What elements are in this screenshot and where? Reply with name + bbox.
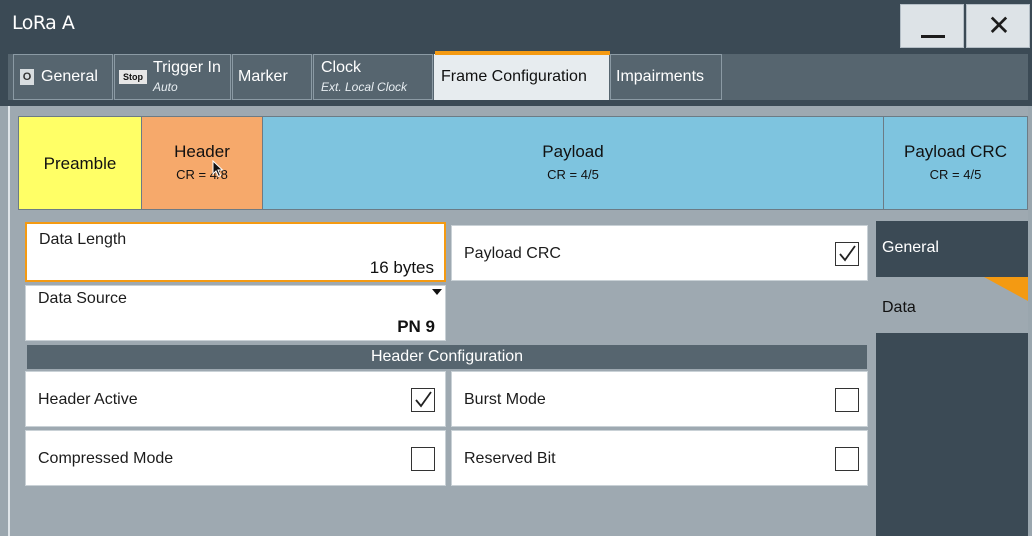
checkmark-icon xyxy=(415,391,432,408)
title-bar: LoRa A ✕ xyxy=(0,0,1032,50)
close-button[interactable]: ✕ xyxy=(966,4,1030,48)
data-source-dropdown[interactable]: Data Source PN 9 xyxy=(25,285,446,341)
segment-label: Payload CRC xyxy=(904,142,1007,161)
sidenav-item-general[interactable]: General xyxy=(876,221,1028,277)
stop-badge-icon: Stop xyxy=(119,70,147,84)
segment-label: Header xyxy=(174,142,230,161)
data-length-label: Data Length xyxy=(39,231,127,248)
sidenav-item-data[interactable]: Data xyxy=(876,277,1028,333)
tab-general[interactable]: O General xyxy=(13,54,113,100)
active-tab-indicator xyxy=(435,51,610,55)
mouse-cursor-icon xyxy=(212,160,224,178)
sidenav-label: Data xyxy=(882,299,916,316)
close-icon: ✕ xyxy=(987,10,1011,41)
tab-label: Clock xyxy=(321,59,362,76)
dropdown-arrow-icon xyxy=(432,289,442,295)
payload-crc-label: Payload CRC xyxy=(464,245,561,262)
reserved-bit-label: Reserved Bit xyxy=(464,450,556,467)
header-configuration-heading: Header Configuration xyxy=(27,345,867,369)
burst-mode-field: Burst Mode xyxy=(451,371,868,427)
frame-segment-payload-crc[interactable]: Payload CRC CR = 4/5 xyxy=(883,116,1028,210)
compressed-mode-field: Compressed Mode xyxy=(25,430,446,486)
burst-mode-checkbox[interactable] xyxy=(835,388,859,412)
tab-label: Trigger In xyxy=(153,59,221,76)
window-title: LoRa A xyxy=(12,12,75,34)
checkmark-icon xyxy=(839,245,856,262)
header-active-checkbox[interactable] xyxy=(411,388,435,412)
reserved-bit-checkbox[interactable] xyxy=(835,447,859,471)
segment-label: Payload xyxy=(542,142,604,161)
tab-frame-configuration[interactable]: Frame Configuration xyxy=(434,51,610,100)
reserved-bit-field: Reserved Bit xyxy=(451,430,868,486)
active-indicator-icon xyxy=(984,277,1028,301)
frame-segment-header[interactable]: Header CR = 4/8 xyxy=(141,116,263,210)
payload-crc-checkbox[interactable] xyxy=(835,242,859,266)
burst-mode-label: Burst Mode xyxy=(464,391,546,408)
tab-label: Frame Configuration xyxy=(441,68,587,85)
tab-trigger-in[interactable]: Stop Trigger In Auto xyxy=(114,54,231,100)
frame-segment-preamble[interactable]: Preamble xyxy=(18,116,142,210)
tab-impairments[interactable]: Impairments xyxy=(610,54,722,100)
header-active-label: Header Active xyxy=(38,391,138,408)
tab-sublabel: Auto xyxy=(153,80,178,94)
tab-label: General xyxy=(41,68,98,85)
segment-label: Preamble xyxy=(43,154,117,173)
compressed-mode-checkbox[interactable] xyxy=(411,447,435,471)
minimize-icon xyxy=(921,35,945,38)
sidenav-label: General xyxy=(882,239,939,256)
frame-segment-payload[interactable]: Payload CR = 4/5 xyxy=(262,116,884,210)
minimize-button[interactable] xyxy=(900,4,964,48)
data-source-value: PN 9 xyxy=(397,317,435,336)
tab-sublabel: Ext. Local Clock xyxy=(321,80,408,94)
status-square-icon: O xyxy=(20,69,34,85)
compressed-mode-label: Compressed Mode xyxy=(38,450,174,467)
segment-coding-rate: CR = 4/8 xyxy=(176,167,228,182)
data-length-value: 16 bytes xyxy=(369,258,434,277)
segment-coding-rate: CR = 4/5 xyxy=(929,167,982,182)
segment-coding-rate: CR = 4/5 xyxy=(547,167,599,182)
payload-crc-field: Payload CRC xyxy=(451,225,868,281)
data-length-field[interactable]: Data Length 16 bytes xyxy=(25,222,446,282)
tab-label: Marker xyxy=(238,68,288,85)
tab-marker[interactable]: Marker xyxy=(232,54,312,100)
tab-clock[interactable]: Clock Ext. Local Clock xyxy=(313,54,433,100)
tab-label: Impairments xyxy=(616,68,705,85)
data-source-label: Data Source xyxy=(38,290,127,307)
header-active-field: Header Active xyxy=(25,371,446,427)
lora-window: LoRa A ✕ O General Stop Trigger In Auto … xyxy=(0,0,1032,536)
